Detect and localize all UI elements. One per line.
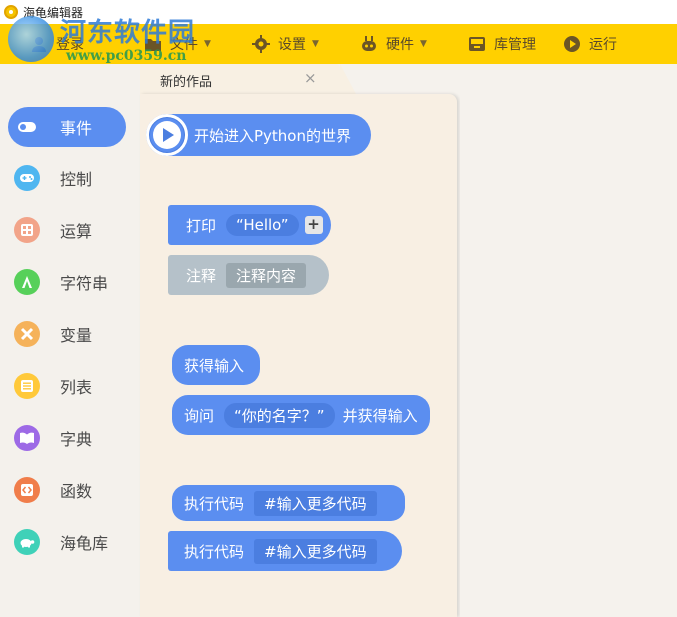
list-icon — [14, 373, 40, 399]
category-lists[interactable]: 列表 — [8, 366, 126, 406]
block-label: 注释 — [186, 266, 217, 285]
category-label: 事件 — [60, 119, 93, 138]
file-menu[interactable]: 文件 ▼ — [144, 24, 211, 64]
add-argument-icon[interactable]: + — [304, 216, 323, 234]
block-comment[interactable]: 注释 注释内容 — [168, 255, 329, 295]
gear-icon — [252, 35, 270, 53]
title-bar: 海龟编辑器 — [0, 0, 677, 24]
category-operators[interactable]: 运算 — [8, 210, 126, 250]
category-strings[interactable]: 字符串 — [8, 262, 126, 302]
login-button[interactable]: 登录 — [30, 24, 84, 64]
block-print[interactable]: 打印 “Hello” + — [168, 205, 331, 245]
category-label: 函数 — [60, 482, 93, 501]
run-button[interactable]: 运行 — [563, 24, 617, 64]
gamepad-icon — [14, 165, 40, 191]
comment-value-slot[interactable]: 注释内容 — [226, 262, 307, 288]
toolbar: 登录 文件 ▼ 设置 ▼ 硬件 ▼ 库管理 运行 — [0, 24, 677, 64]
close-icon[interactable]: × — [304, 69, 317, 87]
category-label: 海龟库 — [60, 534, 109, 553]
category-control[interactable]: 控制 — [8, 158, 126, 198]
run-label: 运行 — [589, 37, 617, 53]
app-logo-icon — [4, 5, 18, 19]
settings-menu[interactable]: 设置 ▼ — [252, 24, 319, 64]
ask-value-slot[interactable]: “你的名字？” — [224, 402, 335, 428]
block-label: 打印 — [186, 216, 217, 235]
print-value-slot[interactable]: “Hello” — [226, 214, 299, 236]
exec-code-slot[interactable]: #输入更多代码 — [254, 490, 377, 516]
function-icon — [14, 477, 40, 503]
window-title: 海龟编辑器 — [23, 5, 84, 20]
calculator-icon — [14, 217, 40, 243]
block-exec-code[interactable]: 执行代码 #输入更多代码 — [172, 485, 405, 521]
block-label: 执行代码 — [184, 542, 245, 561]
string-icon — [14, 269, 40, 295]
settings-label: 设置 — [278, 37, 306, 53]
block-label: 执行代码 — [184, 494, 245, 513]
play-icon — [146, 114, 188, 156]
block-suffix-label: 并获得输入 — [342, 406, 418, 425]
category-label: 变量 — [60, 326, 93, 345]
category-functions[interactable]: 函数 — [8, 470, 126, 510]
play-icon — [563, 35, 581, 53]
block-exec-code-statement[interactable]: 执行代码 #输入更多代码 — [168, 531, 402, 571]
category-turtle-library[interactable]: 海龟库 — [8, 522, 126, 562]
chevron-down-icon: ▼ — [312, 39, 319, 49]
chevron-down-icon: ▼ — [420, 39, 427, 49]
category-variables[interactable]: 变量 — [8, 314, 126, 354]
category-label: 字典 — [60, 430, 93, 449]
turtle-icon — [14, 529, 40, 555]
tab-label: 新的作品 — [160, 75, 213, 90]
book-icon — [14, 425, 40, 451]
hardware-menu[interactable]: 硬件 ▼ — [360, 24, 427, 64]
category-label: 字符串 — [60, 274, 109, 293]
block-label: 获得输入 — [184, 356, 245, 375]
block-label: 询问 — [184, 406, 215, 425]
category-label: 列表 — [60, 378, 93, 397]
hardware-label: 硬件 — [386, 37, 414, 53]
code-workspace[interactable] — [460, 94, 677, 617]
login-label: 登录 — [56, 37, 84, 53]
category-events[interactable]: 事件 — [8, 107, 126, 147]
block-ask-and-input[interactable]: 询问 “你的名字？” 并获得输入 — [172, 395, 430, 435]
library-label: 库管理 — [494, 37, 536, 53]
block-get-input[interactable]: 获得输入 — [172, 345, 260, 385]
toggle-icon — [14, 114, 40, 140]
category-dictionaries[interactable]: 字典 — [8, 418, 126, 458]
inbox-icon — [468, 35, 486, 53]
category-label: 运算 — [60, 222, 93, 241]
library-manager-button[interactable]: 库管理 — [468, 24, 536, 64]
folder-icon — [144, 35, 162, 53]
block-label: 开始进入Python的世界 — [194, 126, 351, 145]
user-icon — [30, 35, 48, 53]
tab-new-project[interactable]: 新的作品 × — [140, 64, 356, 94]
exec-code-slot[interactable]: #输入更多代码 — [254, 538, 377, 564]
block-start-program[interactable]: 开始进入Python的世界 — [146, 114, 371, 156]
chevron-down-icon: ▼ — [204, 39, 211, 49]
variable-icon — [14, 321, 40, 347]
file-label: 文件 — [170, 37, 198, 53]
robot-icon — [360, 35, 378, 53]
category-label: 控制 — [60, 170, 93, 189]
